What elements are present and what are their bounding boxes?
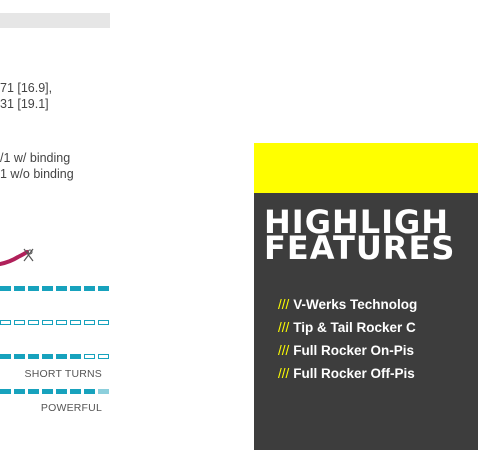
feature-item: ///Full Rocker Off-Pis	[278, 366, 415, 381]
feature-item: ///Tip & Tail Rocker C	[278, 320, 416, 335]
rating-bar-4	[0, 389, 109, 394]
highlight-title-line-2: FEATURES	[264, 229, 456, 267]
feature-text: Full Rocker Off-Pis	[293, 366, 415, 381]
powerful-label: POWERFUL	[40, 402, 102, 414]
feature-text: V-Werks Technolog	[293, 297, 418, 312]
header-bar	[0, 13, 110, 28]
feature-text: Tip & Tail Rocker C	[293, 320, 416, 335]
spec-line-4: 1 w/o binding	[0, 167, 74, 181]
short-turns-label: SHORT TURNS	[24, 368, 102, 380]
feature-prefix: ///	[278, 343, 290, 358]
feature-item: ///Full Rocker On-Pis	[278, 343, 414, 358]
rating-bar-3	[0, 354, 109, 359]
feature-prefix: ///	[278, 366, 290, 381]
feature-item: ///V-Werks Technolog	[278, 297, 417, 312]
highlight-yellow-band	[254, 143, 478, 193]
rating-bar-1	[0, 286, 109, 291]
feature-text: Full Rocker On-Pis	[293, 343, 415, 358]
feature-prefix: ///	[278, 297, 290, 312]
ski-squiggle-icon	[0, 248, 34, 266]
rating-bar-2	[0, 320, 109, 325]
spec-line-2: 31 [19.1]	[0, 97, 49, 111]
spec-line-3: /1 w/ binding	[0, 151, 71, 165]
highlight-features-panel: HIGHLIGH FEATURES ///V-Werks Technolog /…	[254, 193, 478, 450]
spec-line-1: 71 [16.9],	[0, 81, 53, 95]
feature-prefix: ///	[278, 320, 290, 335]
highlight-title: HIGHLIGH FEATURES	[264, 206, 456, 267]
